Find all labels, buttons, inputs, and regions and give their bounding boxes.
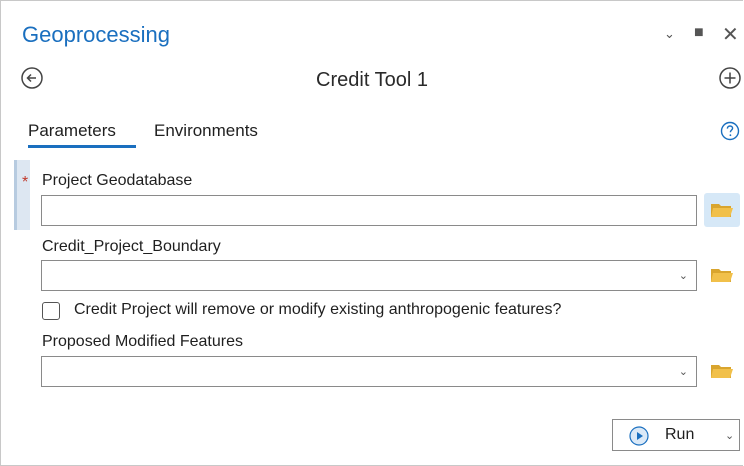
credit-project-boundary-label: Credit_Project_Boundary <box>42 238 221 255</box>
credit-project-boundary-select[interactable]: ⌄ <box>41 260 697 291</box>
add-tool-icon[interactable] <box>718 66 742 90</box>
browse-geodatabase-button[interactable] <box>704 193 740 227</box>
folder-icon <box>711 365 733 378</box>
browse-modified-features-button[interactable] <box>704 354 740 388</box>
modify-features-checkbox[interactable] <box>42 302 60 320</box>
active-tab-indicator <box>28 145 136 148</box>
tab-environments[interactable]: Environments <box>154 121 258 141</box>
project-geodatabase-input[interactable] <box>41 195 697 226</box>
browse-boundary-button[interactable] <box>704 258 740 292</box>
required-marker: * <box>22 174 29 191</box>
run-options-chevron-icon[interactable]: ⌄ <box>725 429 734 442</box>
project-geodatabase-label: Project Geodatabase <box>42 172 193 189</box>
close-icon[interactable]: ✕ <box>722 22 739 47</box>
tab-parameters[interactable]: Parameters <box>28 121 116 141</box>
collapse-icon[interactable]: ⌄ <box>664 26 675 42</box>
tool-name: Credit Tool 1 <box>316 69 428 91</box>
folder-icon <box>711 204 733 217</box>
folder-icon <box>711 269 733 282</box>
chevron-down-icon[interactable]: ⌄ <box>679 269 688 282</box>
play-icon <box>629 426 649 446</box>
pane-title: Geoprocessing <box>22 22 170 47</box>
chevron-down-icon[interactable]: ⌄ <box>679 365 688 378</box>
selected-parameter-edge <box>14 160 17 230</box>
run-button[interactable]: Run ⌄ <box>612 419 740 451</box>
proposed-modified-features-select[interactable]: ⌄ <box>41 356 697 387</box>
run-button-label: Run <box>665 426 695 443</box>
modify-features-label: Credit Project will remove or modify exi… <box>74 301 562 318</box>
proposed-modified-features-label: Proposed Modified Features <box>42 333 243 350</box>
help-icon[interactable] <box>720 121 740 141</box>
maximize-icon[interactable]: ■ <box>694 24 704 42</box>
